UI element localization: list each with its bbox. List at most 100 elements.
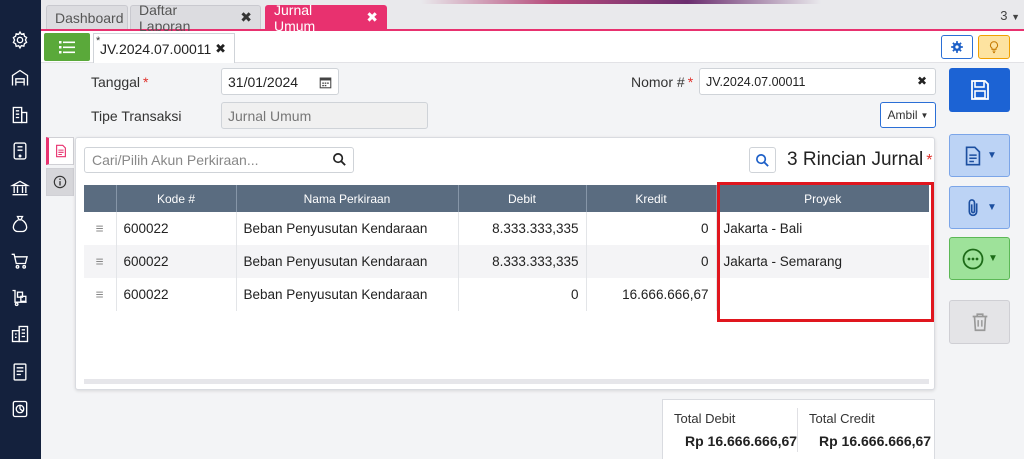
search-icon (756, 153, 769, 167)
chevron-down-icon: ▼ (987, 202, 997, 213)
table-scrollbar[interactable] (84, 379, 929, 384)
close-icon[interactable]: ✖ (366, 9, 378, 26)
debit-cell: 0 (458, 278, 587, 311)
nomor-field[interactable]: JV.2024.07.00011 ✖ (699, 68, 936, 95)
info-tab[interactable] (46, 168, 74, 196)
calendar-icon[interactable] (319, 76, 332, 89)
kredit-cell: 0 (586, 245, 717, 278)
tanggal-date-field[interactable]: 31/01/2024 (221, 68, 339, 95)
top-tab-strip: Dashboard Daftar Laporan ✖ Jurnal Umum ✖… (41, 0, 1024, 34)
total-debit-value: Rp 16.666.666,67 (685, 433, 798, 449)
nomor-label: Nomor # * (631, 74, 694, 90)
kode-column-header[interactable]: Kode # (116, 185, 237, 212)
settings-button[interactable] (941, 35, 973, 59)
totals-divider (797, 408, 798, 452)
tab-count-value: 3 (1000, 8, 1008, 23)
gear-icon (951, 41, 963, 53)
account-search-input[interactable]: Cari/Pilih Akun Perkiraan... (84, 147, 354, 173)
debit-column-header[interactable]: Debit (458, 185, 587, 212)
ambil-dropdown-button[interactable]: Ambil ▼ (880, 102, 936, 128)
document-options-button[interactable]: ▼ (949, 134, 1010, 177)
chevron-down-icon: ▼ (987, 150, 997, 161)
bank-icon[interactable] (9, 177, 31, 199)
clear-icon[interactable]: ✖ (917, 74, 927, 88)
drag-handle-icon[interactable]: ≡ (84, 278, 117, 311)
money-bag-icon[interactable] (9, 213, 31, 235)
document-icon (56, 144, 66, 158)
more-actions-button[interactable]: ▼ (949, 237, 1010, 280)
more-dots-icon (962, 248, 984, 269)
nama-column-header[interactable]: Nama Perkiraan (236, 185, 459, 212)
app-sidebar (0, 0, 41, 459)
report-chart-icon[interactable] (9, 398, 31, 420)
nama-cell: Beban Penyusutan Kendaraan (236, 278, 459, 311)
kode-cell: 600022 (116, 278, 237, 311)
document-tab[interactable]: * JV.2024.07.00011 ✖ (93, 33, 235, 63)
warehouse-icon[interactable] (9, 67, 31, 89)
chevron-down-icon: ▼ (988, 253, 998, 264)
tablet-icon[interactable] (9, 140, 31, 162)
search-icon[interactable] (332, 152, 347, 167)
list-view-button[interactable] (44, 33, 90, 61)
office-building-icon[interactable] (9, 323, 31, 345)
lightbulb-icon (989, 41, 999, 54)
kredit-column-header[interactable]: Kredit (586, 185, 717, 212)
close-icon[interactable]: ✖ (240, 9, 252, 26)
total-credit-value: Rp 16.666.666,67 (819, 433, 932, 449)
total-credit-label: Total Credit (809, 411, 875, 426)
tab-daftar-laporan[interactable]: Daftar Laporan ✖ (130, 2, 261, 34)
paperclip-icon (968, 198, 978, 216)
tanggal-label: Tanggal * (91, 74, 149, 90)
nama-cell: Beban Penyusutan Kendaraan (236, 245, 459, 278)
detail-tab[interactable] (46, 137, 74, 165)
document-icon (965, 145, 981, 166)
list-icon (59, 41, 75, 54)
tab-count-dropdown[interactable]: 3 ▼ (1000, 8, 1020, 23)
kode-cell: 600022 (116, 245, 237, 278)
attachment-button[interactable]: ▼ (949, 186, 1010, 229)
kode-cell: 600022 (116, 212, 237, 245)
debit-cell: 8.333.333,335 (458, 212, 587, 245)
kredit-cell: 16.666.666,67 (586, 278, 717, 311)
info-icon (53, 175, 67, 189)
drag-handle-icon[interactable]: ≡ (84, 245, 117, 278)
save-floppy-icon (970, 80, 989, 100)
document-tab-label: JV.2024.07.00011 (100, 40, 212, 57)
proyek-highlight-box (717, 182, 934, 322)
tanggal-value: 31/01/2024 (228, 73, 299, 90)
building-icon[interactable] (9, 104, 31, 126)
drag-column-header (84, 185, 117, 212)
trolley-boxes-icon[interactable] (9, 287, 31, 309)
tab-label: Daftar Laporan (139, 1, 191, 34)
save-button[interactable] (949, 68, 1010, 112)
tips-button[interactable] (978, 35, 1010, 59)
tax-document-icon[interactable] (9, 361, 31, 383)
kredit-cell: 0 (586, 212, 717, 245)
search-button[interactable] (749, 147, 776, 173)
delete-button[interactable] (949, 300, 1010, 344)
nomor-value: JV.2024.07.00011 (706, 74, 806, 89)
settings-gear-icon[interactable] (9, 29, 31, 51)
close-icon[interactable]: ✖ (215, 41, 226, 57)
rincian-title: 3 Rincian Jurnal * (787, 149, 933, 170)
debit-cell: 8.333.333,335 (458, 245, 587, 278)
tab-dashboard[interactable]: Dashboard (46, 5, 128, 29)
tab-label: Dashboard (55, 9, 124, 26)
tab-jurnal-umum[interactable]: Jurnal Umum ✖ (265, 2, 387, 34)
tab-label: Jurnal Umum (274, 1, 316, 34)
tipe-transaksi-field: Jurnal Umum (221, 102, 428, 129)
chevron-down-icon: ▼ (1011, 12, 1020, 22)
unsaved-marker: * (96, 35, 101, 47)
trash-icon (972, 313, 987, 332)
shopping-cart-icon[interactable] (9, 250, 31, 272)
search-placeholder: Cari/Pilih Akun Perkiraan... (92, 152, 259, 168)
totals-panel: Total Debit Rp 16.666.666,67 Total Credi… (662, 399, 935, 459)
tipe-transaksi-value: Jurnal Umum (228, 107, 312, 124)
nama-cell: Beban Penyusutan Kendaraan (236, 212, 459, 245)
ambil-label: Ambil (887, 108, 918, 122)
drag-handle-icon[interactable]: ≡ (84, 212, 117, 245)
document-toolbar: * JV.2024.07.00011 ✖ (41, 31, 1024, 63)
total-debit-label: Total Debit (674, 411, 736, 426)
header-decoration (421, 0, 821, 4)
chevron-down-icon: ▼ (920, 110, 929, 120)
